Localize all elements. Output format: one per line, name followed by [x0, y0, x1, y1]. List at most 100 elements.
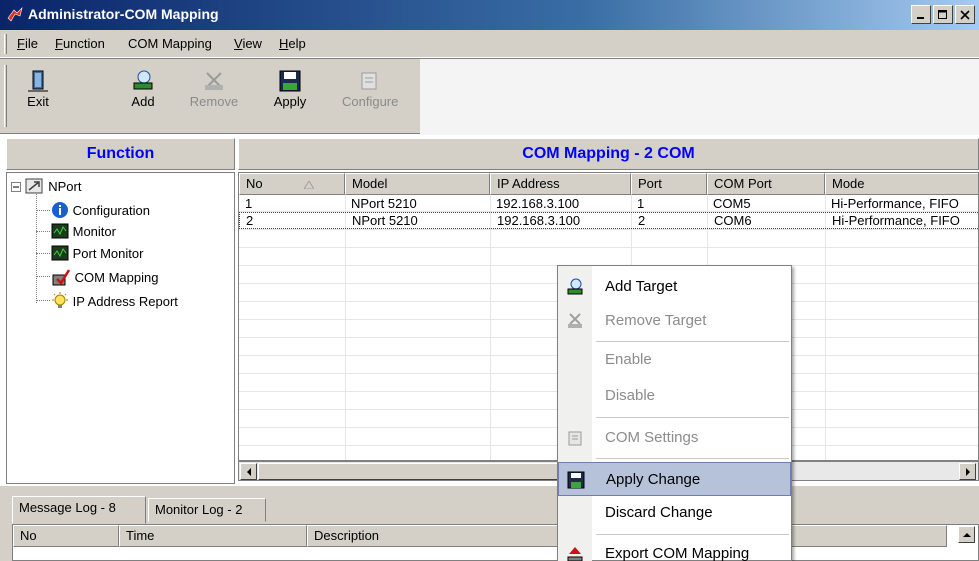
cell-ip-address: 192.168.3.100	[496, 196, 580, 211]
exit-icon	[28, 70, 48, 92]
cell-mode: Hi-Performance, FIFO	[832, 213, 960, 228]
exit-button[interactable]: Exit	[10, 69, 66, 109]
close-icon	[960, 9, 970, 20]
tab-message-log[interactable]: Message Log - 8	[12, 496, 146, 524]
column-header-model[interactable]: Model	[345, 173, 490, 195]
column-header-ip-address[interactable]: IP Address	[490, 173, 631, 195]
menu-bar: File Function COM Mapping View Help	[0, 30, 979, 58]
apply-button[interactable]: Apply	[262, 69, 318, 109]
log-table: No Time Description	[12, 524, 979, 561]
tab-monitor-log[interactable]: Monitor Log - 2	[148, 498, 266, 522]
remove-icon	[205, 72, 223, 90]
sort-ascending-icon	[304, 181, 314, 189]
com-mapping-header: COM Mapping - 2 COM	[238, 138, 979, 170]
tree-label: COM Mapping	[74, 270, 159, 285]
menu-label: Apply Change	[606, 471, 701, 488]
monitor-icon	[51, 223, 69, 239]
cell-model: NPort 5210	[351, 196, 417, 211]
toolbar-empty-area	[420, 59, 979, 135]
menu-view[interactable]: View	[234, 36, 262, 51]
menu-label: Disable	[605, 387, 656, 404]
cell-port: 2	[638, 213, 646, 228]
menu-label: Add Target	[605, 278, 678, 295]
menu-disable[interactable]: Disable	[558, 379, 791, 413]
minimize-button[interactable]	[911, 5, 931, 24]
tree-item-monitor[interactable]: Monitor	[51, 223, 116, 239]
column-header-no[interactable]: No	[239, 173, 345, 195]
title-bar: Administrator-COM Mapping	[0, 0, 979, 30]
add-target-icon	[567, 278, 583, 295]
menubar-grip	[4, 34, 7, 54]
menu-function[interactable]: Function	[55, 36, 105, 51]
menu-com-settings[interactable]: COM Settings	[558, 421, 791, 455]
add-icon	[133, 70, 153, 90]
menu-remove-target[interactable]: Remove Target	[558, 304, 791, 338]
menu-help[interactable]: Help	[279, 36, 306, 51]
context-menu: Add Target Remove Target Enable Disable …	[557, 265, 792, 561]
collapse-icon	[11, 182, 21, 192]
minimize-icon	[917, 16, 924, 19]
remove-label: Remove	[189, 94, 239, 109]
menu-enable[interactable]: Enable	[558, 343, 791, 377]
menu-apply-change[interactable]: Apply Change	[558, 462, 791, 496]
menu-label: COM Settings	[605, 429, 699, 446]
add-button[interactable]: Add	[115, 69, 171, 109]
save-icon	[567, 471, 585, 489]
column-header-com-port[interactable]: COM Port	[707, 173, 825, 195]
tree-item-port-monitor[interactable]: Port Monitor	[51, 245, 143, 261]
tree-label-nport: NPort	[48, 179, 82, 194]
window-title: Administrator-COM Mapping	[28, 6, 219, 22]
table-row[interactable]: 2 NPort 5210 192.168.3.100 2 COM6 Hi-Per…	[239, 212, 978, 229]
tree-label: Monitor	[72, 224, 116, 239]
menu-file[interactable]: File	[17, 36, 38, 51]
lightbulb-icon	[52, 292, 68, 308]
maximize-button[interactable]	[933, 5, 953, 24]
tree-node-nport[interactable]: NPort	[11, 177, 81, 195]
arrow-right-icon	[965, 467, 970, 476]
cell-port: 1	[637, 196, 645, 211]
scroll-left-button[interactable]	[240, 463, 257, 480]
column-header-mode[interactable]: Mode	[825, 173, 978, 195]
remove-target-icon	[568, 313, 582, 328]
app-icon	[7, 7, 23, 22]
log-column-time[interactable]: Time	[119, 525, 307, 547]
configure-button[interactable]: Configure	[342, 69, 398, 109]
configure-label: Configure	[342, 94, 399, 109]
menu-label: Enable	[605, 351, 652, 368]
menu-add-target[interactable]: Add Target	[558, 270, 791, 304]
cell-model: NPort 5210	[352, 213, 418, 228]
tree-label: Port Monitor	[72, 246, 144, 261]
save-icon	[279, 70, 301, 92]
export-icon	[567, 547, 583, 561]
function-panel-header: Function	[6, 138, 235, 170]
tree-item-ip-address-report[interactable]: IP Address Report	[51, 292, 178, 310]
scroll-thumb[interactable]	[258, 463, 558, 480]
cell-no: 1	[245, 196, 253, 211]
info-icon	[52, 202, 68, 218]
cell-ip-address: 192.168.3.100	[497, 213, 581, 228]
tree-label: Configuration	[72, 203, 150, 218]
menu-label: Discard Change	[605, 504, 713, 521]
menu-discard-change[interactable]: Discard Change	[558, 496, 791, 530]
arrow-up-icon	[962, 532, 971, 537]
remove-button[interactable]: Remove	[186, 69, 242, 109]
close-button[interactable]	[955, 5, 975, 24]
com-settings-icon	[568, 431, 582, 446]
tree-item-com-mapping[interactable]: COM Mapping	[51, 267, 158, 287]
cell-com-port: COM6	[714, 213, 752, 228]
cell-mode: Hi-Performance, FIFO	[831, 196, 959, 211]
menu-com-mapping[interactable]: COM Mapping	[128, 36, 212, 51]
com-mapping-icon	[52, 269, 71, 286]
nport-icon	[25, 178, 43, 194]
exit-label: Exit	[27, 94, 49, 109]
log-scroll-up-button[interactable]	[958, 526, 975, 543]
scroll-right-button[interactable]	[959, 463, 976, 480]
log-column-no[interactable]: No	[13, 525, 119, 547]
tree-item-configuration[interactable]: Configuration	[51, 201, 150, 219]
menu-export-com-mapping[interactable]: Export COM Mapping	[558, 537, 791, 561]
cell-no: 2	[246, 213, 254, 228]
toolbar: Exit Add Remove Apply Configure	[0, 58, 979, 135]
menu-label: Export COM Mapping	[605, 545, 750, 561]
column-header-port[interactable]: Port	[631, 173, 707, 195]
function-tree: NPort Configuration Monitor Port Monitor…	[6, 172, 235, 484]
